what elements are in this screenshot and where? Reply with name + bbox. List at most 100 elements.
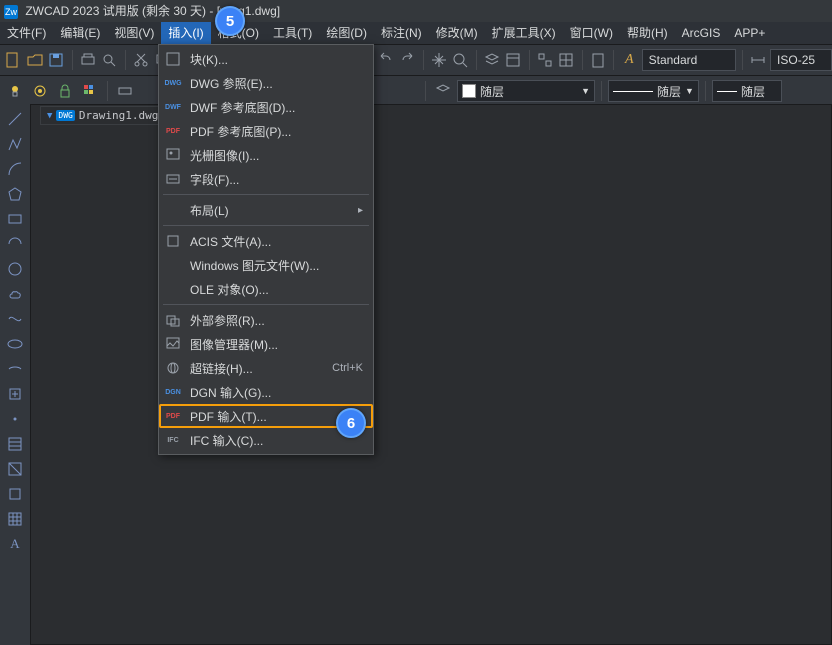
arc3p-icon[interactable] (6, 235, 24, 253)
circle-icon[interactable] (6, 260, 24, 278)
cut-icon[interactable] (132, 49, 151, 71)
layer-props-icon[interactable] (114, 80, 136, 102)
open-file-icon[interactable] (26, 49, 45, 71)
ellipse-icon[interactable] (6, 335, 24, 353)
menu-item-dgn[interactable]: DGN DGN 输入(G)... (159, 380, 373, 404)
menu-window[interactable]: 窗口(W) (563, 22, 620, 44)
polyline-icon[interactable] (6, 135, 24, 153)
menu-item-imgmgr[interactable]: 图像管理器(M)... (159, 332, 373, 356)
dim-style-dropdown[interactable]: ISO-25 (770, 49, 832, 71)
menu-item-raster[interactable]: 光栅图像(I)... (159, 143, 373, 167)
dgn-icon: DGN (165, 384, 181, 400)
menu-item-ole[interactable]: OLE 对象(O)... (159, 277, 373, 301)
menu-item-acis[interactable]: ACIS 文件(A)... (159, 229, 373, 253)
menu-item-block[interactable]: 块(K)... (159, 47, 373, 71)
spline-icon[interactable] (6, 310, 24, 328)
menu-item-label: PDF 参考底图(P)... (190, 123, 363, 140)
menu-item-wmf[interactable]: Windows 图元文件(W)... (159, 253, 373, 277)
menu-item-layout[interactable]: 布局(L) (159, 198, 373, 222)
print-preview-icon[interactable] (100, 49, 119, 71)
empty-icon (165, 281, 181, 297)
gradient-icon[interactable] (6, 460, 24, 478)
save-icon[interactable] (47, 49, 66, 71)
polygon-icon[interactable] (6, 185, 24, 203)
text-icon[interactable]: A (6, 535, 24, 553)
rectangle-icon[interactable] (6, 210, 24, 228)
dim-style-icon[interactable] (748, 49, 767, 71)
menu-item-hyperlink[interactable]: 超链接(H)... Ctrl+K (159, 356, 373, 380)
menu-view[interactable]: 视图(V) (107, 22, 161, 44)
menu-tools[interactable]: 工具(T) (266, 22, 319, 44)
menu-item-dwf-ref[interactable]: DWF DWF 参考底图(D)... (159, 95, 373, 119)
document-tab[interactable]: ▼ DWG Drawing1.dwg (40, 106, 165, 125)
linetype-label: 随层 (657, 83, 681, 100)
menu-extend[interactable]: 扩展工具(X) (485, 22, 563, 44)
menu-item-xref[interactable]: 外部参照(R)... (159, 308, 373, 332)
layer-manager-icon[interactable] (483, 49, 502, 71)
menu-item-label: 外部参照(R)... (190, 312, 363, 329)
menu-modify[interactable]: 修改(M) (429, 22, 485, 44)
empty-icon (165, 202, 181, 218)
menu-help[interactable]: 帮助(H) (620, 22, 675, 44)
block-editor-icon[interactable] (536, 49, 555, 71)
menu-item-label: ACIS 文件(A)... (190, 233, 363, 250)
color-label: 随层 (480, 83, 504, 100)
menu-draw[interactable]: 绘图(D) (319, 22, 374, 44)
insert-menu: 块(K)... DWG DWG 参照(E)... DWF DWF 参考底图(D)… (158, 44, 374, 455)
ifc-icon: IFC (165, 432, 181, 448)
menu-dimension[interactable]: 标注(N) (374, 22, 429, 44)
redo-icon[interactable] (398, 49, 417, 71)
layer-on-icon[interactable] (4, 80, 26, 102)
menu-file[interactable]: 文件(F) (0, 22, 53, 44)
menu-appplus[interactable]: APP+ (727, 22, 772, 44)
linetype-dropdown[interactable]: 随层 ▼ (608, 80, 699, 102)
menu-edit[interactable]: 编辑(E) (53, 22, 107, 44)
text-style-dropdown[interactable]: Standard (642, 49, 736, 71)
undo-icon[interactable] (377, 49, 396, 71)
menu-item-label: Windows 图元文件(W)... (190, 257, 363, 274)
callout-6: 6 (336, 408, 366, 438)
lineweight-dropdown[interactable]: 随层 (712, 80, 782, 102)
menu-item-label: DWF 参考底图(D)... (190, 99, 363, 116)
properties-icon[interactable] (504, 49, 523, 71)
menu-item-label: IFC 输入(C)... (190, 432, 363, 449)
block-insert-icon[interactable] (6, 385, 24, 403)
line-sample-icon (613, 91, 653, 92)
line-icon[interactable] (6, 110, 24, 128)
pan-icon[interactable] (430, 49, 449, 71)
zoom-icon[interactable] (451, 49, 470, 71)
menu-bar: 文件(F) 编辑(E) 视图(V) 插入(I) 格式(O) 工具(T) 绘图(D… (0, 22, 832, 45)
dwg-badge-icon: DWG (56, 110, 74, 121)
annotative-icon[interactable]: A (620, 49, 639, 71)
arc-icon[interactable] (6, 160, 24, 178)
menu-item-field[interactable]: 字段(F)... (159, 167, 373, 191)
callout-5: 5 (215, 6, 245, 36)
calculator-icon[interactable] (589, 49, 608, 71)
menu-item-label: DWG 参照(E)... (190, 75, 363, 92)
table-draw-icon[interactable] (6, 510, 24, 528)
app-icon: Zw (4, 5, 18, 19)
menu-insert[interactable]: 插入(I) (161, 22, 210, 44)
menu-item-dwg-ref[interactable]: DWG DWG 参照(E)... (159, 71, 373, 95)
workspace[interactable] (30, 104, 832, 645)
point-icon[interactable] (6, 410, 24, 428)
menu-item-label: DGN 输入(G)... (190, 384, 363, 401)
hatch-icon[interactable] (6, 435, 24, 453)
region-icon[interactable] (6, 485, 24, 503)
new-file-icon[interactable] (4, 49, 23, 71)
xref-icon (165, 312, 181, 328)
ellipse-arc-icon[interactable] (6, 360, 24, 378)
menu-arcgis[interactable]: ArcGIS (675, 22, 728, 44)
color-dropdown[interactable]: 随层 ▼ (457, 80, 595, 102)
layer-freeze-icon[interactable] (29, 80, 51, 102)
revcloud-icon[interactable] (6, 285, 24, 303)
menu-item-label: 图像管理器(M)... (190, 336, 363, 353)
menu-item-pdf-ref[interactable]: PDF PDF 参考底图(P)... (159, 119, 373, 143)
empty-icon (165, 257, 181, 273)
layer-color-icon[interactable] (79, 80, 101, 102)
layer-lock-icon[interactable] (54, 80, 76, 102)
layer-state-icon[interactable] (432, 80, 454, 102)
table-icon[interactable] (557, 49, 576, 71)
menu-item-label: 块(K)... (190, 51, 363, 68)
print-icon[interactable] (79, 49, 98, 71)
